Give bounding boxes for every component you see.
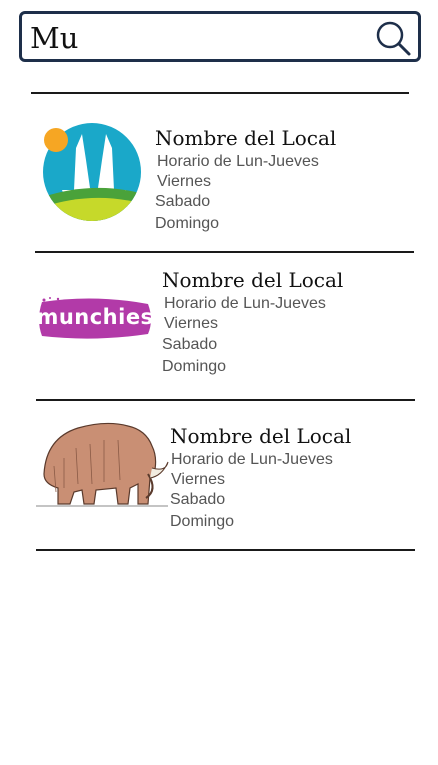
result-name: Nombre del Local [170,424,352,448]
schedule-sat: Sabado [170,491,226,508]
schedule-fri: Viernes [164,315,218,332]
search-bar [19,11,421,62]
schedule-fri: Viernes [157,173,211,190]
schedule-mon-thu: Horario de Lun-Jueves [164,295,326,312]
mammoth-logo-icon [36,422,169,507]
city-logo-icon [43,123,141,221]
schedule-sun: Domingo [162,358,227,375]
schedule-fri: Viernes [171,471,225,488]
schedule-sat: Sabado [162,336,218,353]
result-name: Nombre del Local [162,268,344,292]
divider [36,549,415,551]
divider [31,92,409,94]
divider [36,399,415,401]
munchies-logo-text: munchies [36,305,154,329]
munchies-logo-icon: munchies [36,296,154,342]
schedule-sat: Sabado [155,193,211,210]
schedule-mon-thu: Horario de Lun-Jueves [157,153,319,170]
list-item[interactable]: munchies Nombre del Local Horario de Lun… [30,262,414,392]
list-item[interactable]: Nombre del Local Horario de Lun-Jueves V… [30,112,414,242]
schedule-mon-thu: Horario de Lun-Jueves [171,451,333,468]
schedule-sun: Domingo [170,513,235,530]
list-item[interactable]: Nombre del Local Horario de Lun-Jueves V… [30,414,414,542]
search-input[interactable] [30,20,360,56]
result-name: Nombre del Local [155,126,337,150]
search-icon[interactable] [374,19,412,57]
schedule-sun: Domingo [155,215,220,232]
divider [35,251,414,253]
